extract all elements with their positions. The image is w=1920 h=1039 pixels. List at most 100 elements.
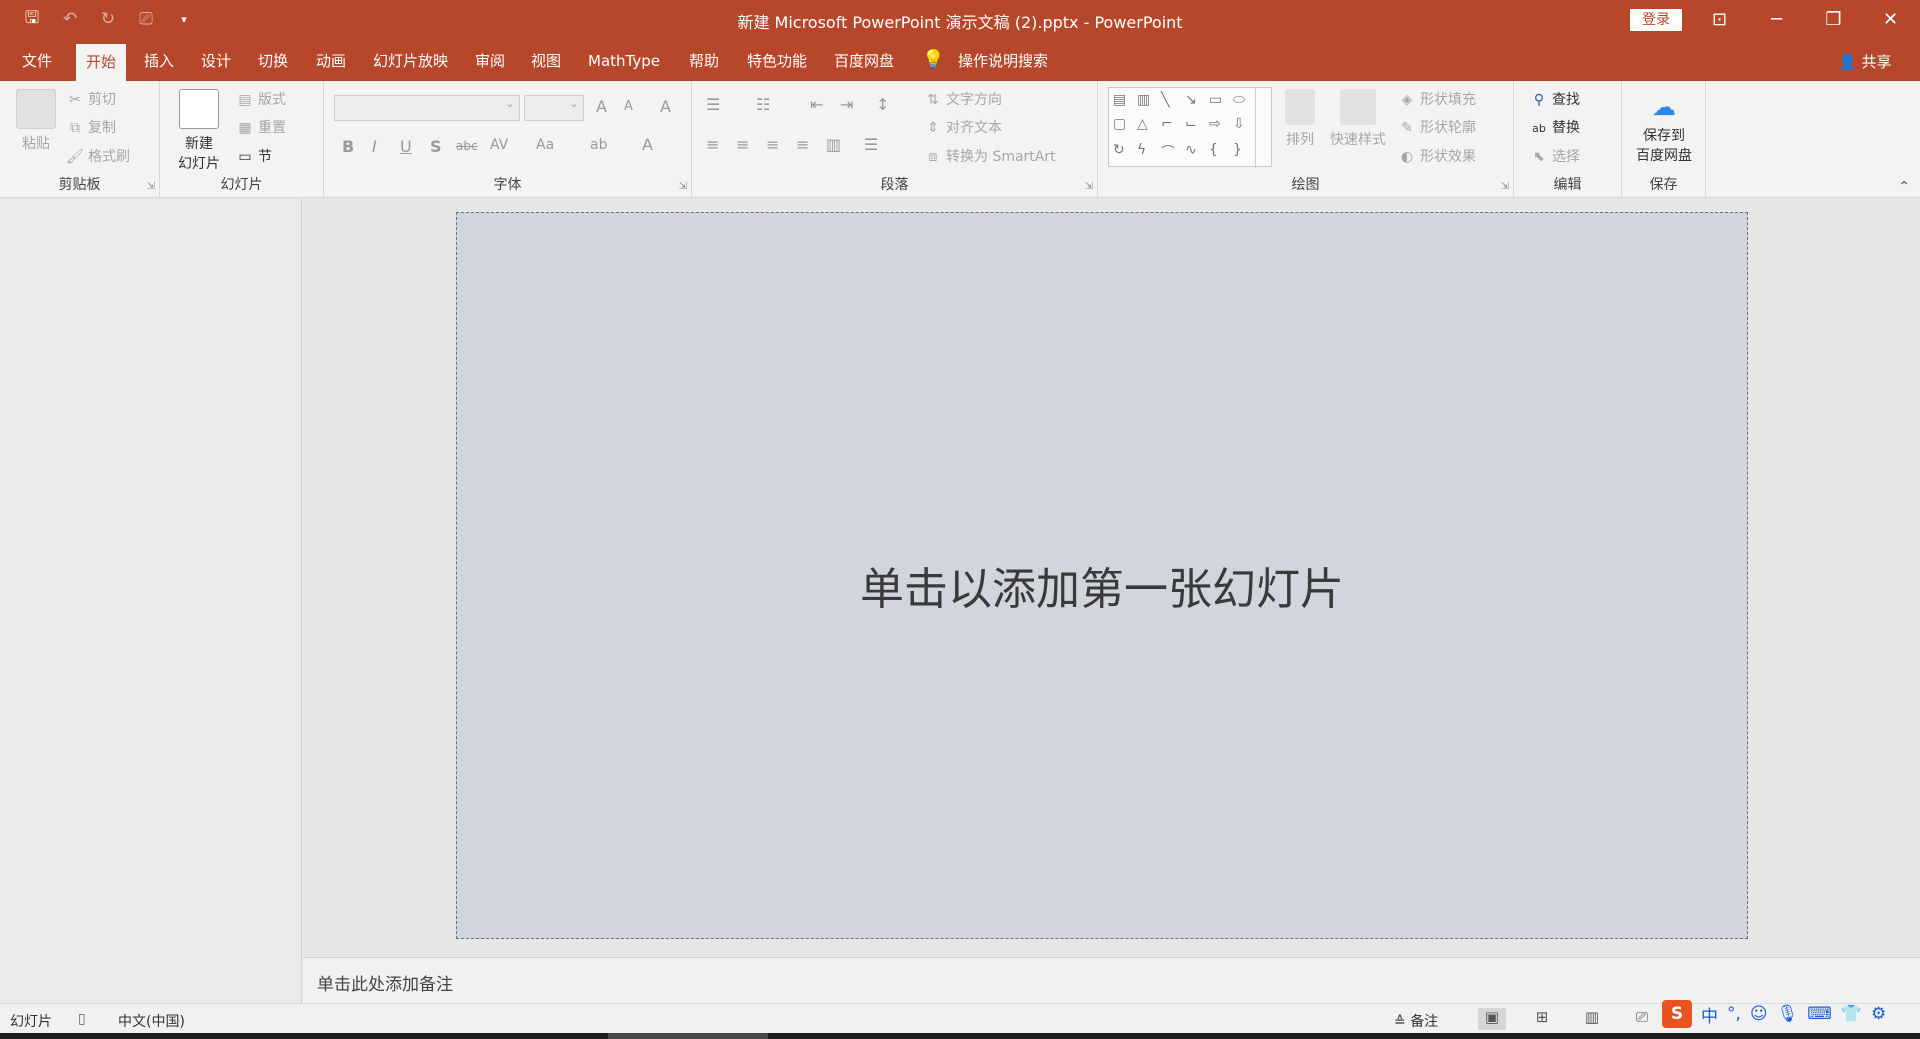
- tab-slideshow[interactable]: 幻灯片放映: [363, 43, 458, 81]
- decrease-indent-icon[interactable]: ⇤: [810, 95, 823, 114]
- tab-review[interactable]: 审阅: [465, 43, 515, 81]
- share-button[interactable]: 👤 共享: [1838, 51, 1891, 72]
- bullets-icon[interactable]: ☰: [706, 95, 720, 114]
- rounded-rect-shape-icon[interactable]: ▢: [1113, 116, 1126, 132]
- taskbar-active-item[interactable]: [608, 1033, 768, 1039]
- arrow-line-shape-icon[interactable]: ↘: [1185, 92, 1197, 108]
- bold-button[interactable]: B: [342, 137, 354, 156]
- slideshow-view-icon[interactable]: ⎚: [1628, 1008, 1656, 1030]
- right-arrow-shape-icon[interactable]: ⇨: [1209, 116, 1221, 132]
- ime-mic-icon[interactable]: 🎙: [1777, 1004, 1799, 1024]
- paragraph-dialog-launcher-icon[interactable]: ⇲: [1085, 181, 1093, 192]
- slide-sorter-view-icon[interactable]: ⊞: [1528, 1008, 1556, 1030]
- right-brace-shape-icon[interactable]: }: [1233, 142, 1242, 158]
- change-case-button[interactable]: Aa: [536, 137, 554, 153]
- down-arrow-shape-icon[interactable]: ⇩: [1233, 116, 1245, 132]
- new-slide-button[interactable]: 新建 幻灯片: [168, 89, 230, 173]
- close-icon[interactable]: ✕: [1862, 0, 1919, 39]
- tab-transitions[interactable]: 切换: [248, 43, 298, 81]
- highlight-button[interactable]: ab: [590, 137, 607, 153]
- collapse-ribbon-icon[interactable]: ⌃: [1898, 179, 1910, 195]
- shadow-button[interactable]: S: [430, 137, 442, 156]
- ime-skin-icon[interactable]: 👕: [1841, 1004, 1862, 1024]
- oval-shape-icon[interactable]: ⬭: [1233, 92, 1245, 108]
- text-direction-button[interactable]: ⇅ 文字方向: [924, 89, 1002, 109]
- normal-view-icon[interactable]: ▣: [1478, 1008, 1506, 1030]
- language-indicator[interactable]: 中文(中国): [118, 1011, 185, 1031]
- italic-button[interactable]: I: [372, 137, 377, 156]
- slide-canvas[interactable]: 单击以添加第一张幻灯片: [456, 212, 1748, 939]
- elbow-connector-shape-icon[interactable]: ⌐: [1161, 116, 1173, 132]
- tell-me-search[interactable]: 操作说明搜索: [948, 43, 1058, 81]
- font-color-button[interactable]: A: [642, 135, 653, 154]
- convert-smartart-button[interactable]: ⧈ 转换为 SmartArt: [924, 146, 1056, 166]
- numbering-icon[interactable]: ☷: [756, 95, 770, 114]
- layout-button[interactable]: ▤ 版式: [236, 89, 286, 109]
- dialog-launcher-icon[interactable]: ⇲: [147, 181, 155, 192]
- sogou-ime-icon[interactable]: S: [1662, 1000, 1692, 1028]
- tab-special-features[interactable]: 特色功能: [737, 43, 817, 81]
- restore-icon[interactable]: ❐: [1805, 0, 1862, 39]
- distributed-icon[interactable]: ▥: [826, 135, 841, 154]
- left-brace-shape-icon[interactable]: {: [1209, 142, 1218, 158]
- notes-placeholder[interactable]: 单击此处添加备注: [317, 970, 453, 995]
- reading-view-icon[interactable]: ▥: [1578, 1008, 1606, 1030]
- font-dialog-launcher-icon[interactable]: ⇲: [679, 181, 687, 192]
- find-button[interactable]: ⚲ 查找: [1530, 89, 1580, 109]
- line-spacing-icon[interactable]: ↕: [876, 95, 889, 114]
- spelling-check-icon[interactable]: ▯: [78, 1011, 86, 1027]
- drawing-dialog-launcher-icon[interactable]: ⇲: [1501, 181, 1509, 192]
- slide-thumbnail-pane[interactable]: [0, 199, 302, 1003]
- ime-emoji-icon[interactable]: ☺: [1750, 1004, 1768, 1024]
- elbow-arrow-shape-icon[interactable]: ⌙: [1185, 116, 1197, 132]
- line-shape-icon[interactable]: ╲: [1161, 92, 1169, 108]
- triangle-shape-icon[interactable]: △: [1137, 116, 1148, 132]
- replace-button[interactable]: ab 替换: [1530, 117, 1580, 137]
- columns-icon[interactable]: ☰: [864, 135, 878, 154]
- textbox-shape-icon[interactable]: ▤: [1113, 92, 1126, 108]
- tab-home[interactable]: 开始: [76, 44, 127, 81]
- copy-button[interactable]: ⧉ 复制: [66, 117, 116, 137]
- save-to-baidu-button[interactable]: ☁ 保存到 百度网盘: [1626, 89, 1702, 165]
- increase-indent-icon[interactable]: ⇥: [840, 95, 853, 114]
- tab-mathtype[interactable]: MathType: [578, 43, 670, 81]
- cut-button[interactable]: ✂ 剪切: [66, 89, 116, 109]
- login-button[interactable]: 登录: [1630, 9, 1682, 31]
- shape-effects-button[interactable]: ◐ 形状效果: [1398, 146, 1476, 166]
- ime-keyboard-icon[interactable]: ⌨: [1807, 1004, 1832, 1024]
- curve-shape-icon[interactable]: ∿: [1185, 142, 1197, 158]
- shape-fill-button[interactable]: ◈ 形状填充: [1398, 89, 1476, 109]
- section-button[interactable]: ▭ 节: [236, 146, 272, 166]
- ime-punctuation-icon[interactable]: °,: [1727, 1004, 1741, 1024]
- tab-help[interactable]: 帮助: [679, 43, 729, 81]
- vertical-textbox-shape-icon[interactable]: ▥: [1137, 92, 1150, 108]
- align-right-icon[interactable]: ≡: [766, 135, 779, 154]
- freeform-shape-icon[interactable]: ↻: [1113, 142, 1125, 158]
- tab-insert[interactable]: 插入: [134, 43, 184, 81]
- font-family-select[interactable]: [334, 95, 520, 121]
- tab-baidu-netdisk[interactable]: 百度网盘: [824, 43, 904, 81]
- arc-shape-icon[interactable]: ⌒: [1161, 142, 1175, 162]
- arrange-button[interactable]: 排列: [1280, 89, 1320, 149]
- clear-formatting-icon[interactable]: A: [660, 97, 671, 116]
- ribbon-display-options-icon[interactable]: ⊡: [1691, 0, 1748, 39]
- notes-toggle-button[interactable]: ≙ 备注: [1394, 1011, 1438, 1031]
- rectangle-shape-icon[interactable]: ▭: [1209, 92, 1222, 108]
- align-text-button[interactable]: ⇕ 对齐文本: [924, 117, 1002, 137]
- ime-chinese-mode[interactable]: 中: [1701, 1002, 1718, 1027]
- shape-outline-button[interactable]: ✎ 形状轮廓: [1398, 117, 1476, 137]
- select-button[interactable]: ⬉ 选择: [1530, 146, 1580, 166]
- tab-file[interactable]: 文件: [12, 43, 62, 81]
- format-painter-button[interactable]: 🖌 格式刷: [66, 146, 130, 166]
- scribble-shape-icon[interactable]: ϟ: [1137, 142, 1146, 158]
- notes-pane[interactable]: 单击此处添加备注: [303, 957, 1920, 1003]
- tab-animations[interactable]: 动画: [306, 43, 356, 81]
- font-size-select[interactable]: [524, 95, 584, 121]
- align-center-icon[interactable]: ≡: [736, 135, 749, 154]
- align-left-icon[interactable]: ≡: [706, 135, 719, 154]
- tab-design[interactable]: 设计: [191, 43, 241, 81]
- reset-button[interactable]: ▦ 重置: [236, 117, 286, 137]
- shrink-font-icon[interactable]: A: [624, 99, 633, 114]
- grow-font-icon[interactable]: A: [596, 97, 607, 116]
- shapes-gallery-scrollbar[interactable]: [1255, 88, 1271, 168]
